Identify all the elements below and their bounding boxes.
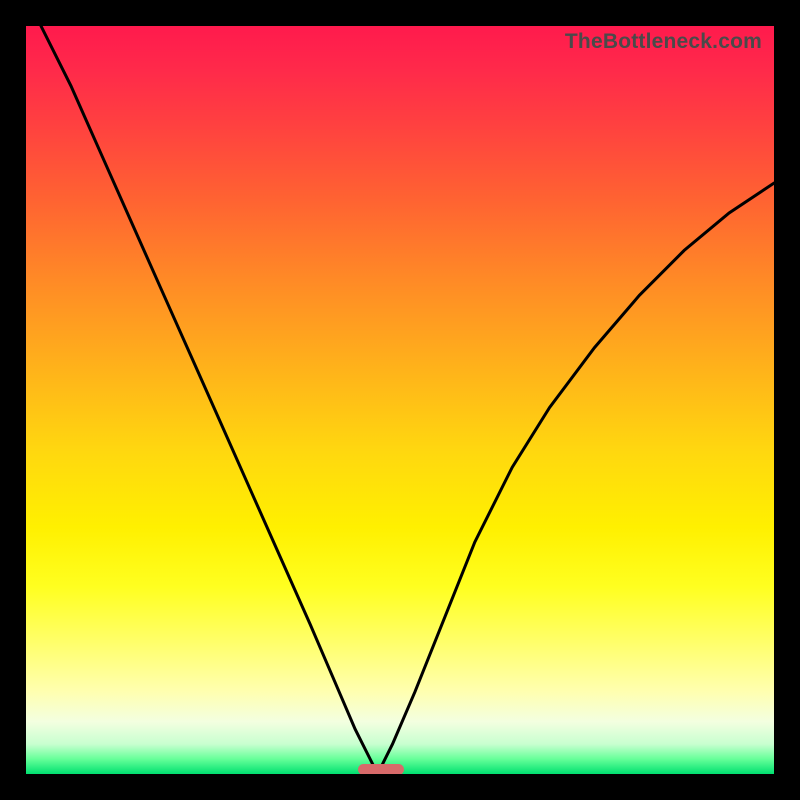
curve-left-branch (41, 26, 378, 774)
curve-right-branch (378, 183, 774, 774)
chart-frame: TheBottleneck.com (0, 0, 800, 800)
watermark-text: TheBottleneck.com (565, 30, 762, 54)
bottleneck-curve (26, 26, 774, 774)
optimal-marker (358, 764, 404, 774)
plot-area: TheBottleneck.com (26, 26, 774, 774)
